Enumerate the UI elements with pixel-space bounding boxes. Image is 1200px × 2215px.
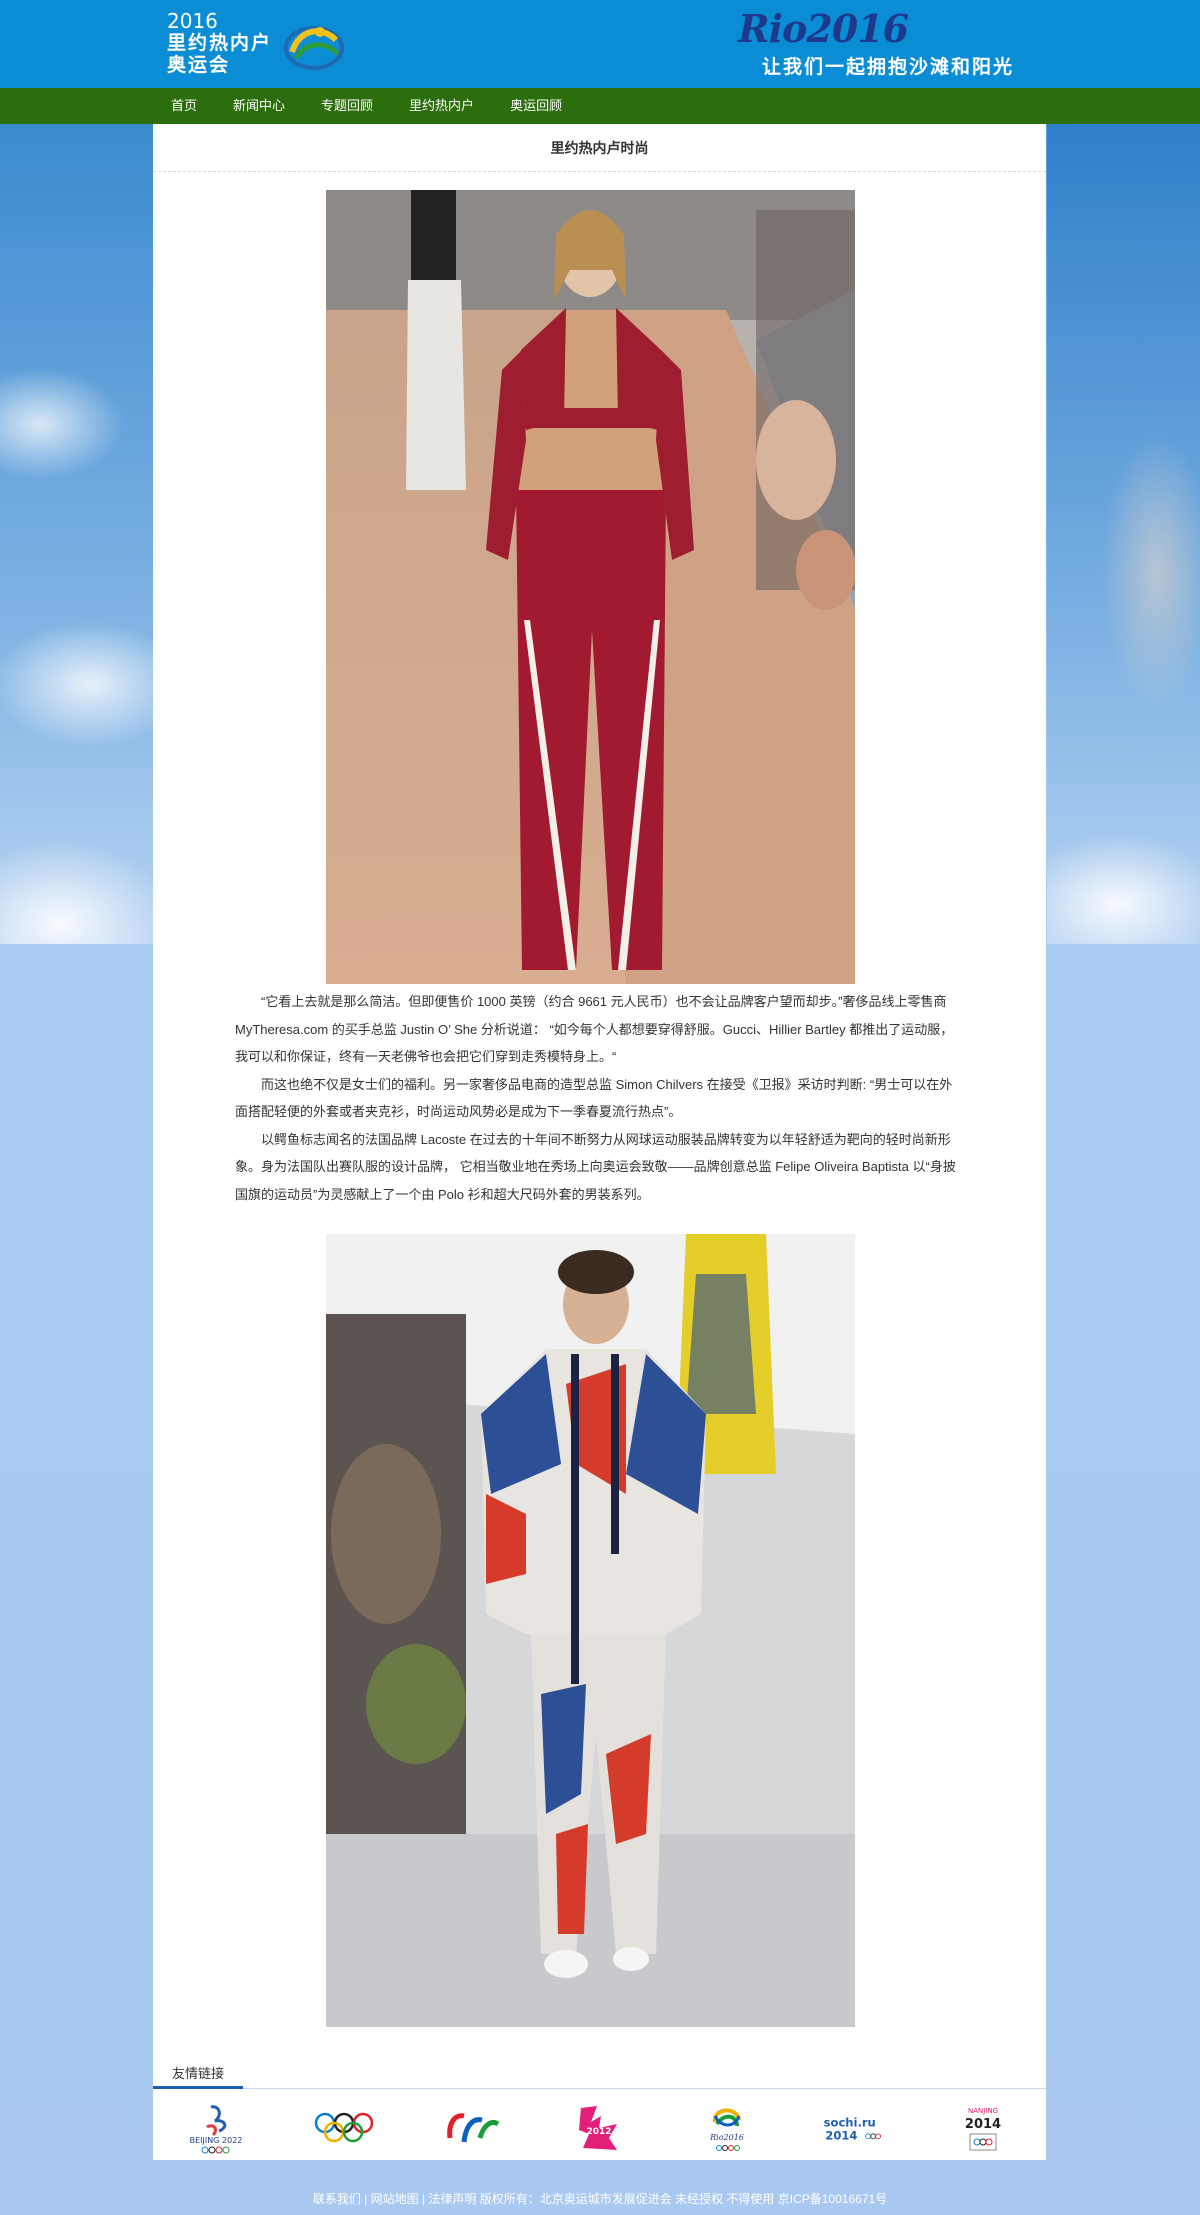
- right-mountain-decoration: [1047, 124, 1200, 944]
- london-2012-logo[interactable]: 2012: [566, 2100, 632, 2156]
- svg-text:NANJING: NANJING: [968, 2107, 998, 2115]
- brand-year: 2016: [167, 9, 218, 33]
- rio2016-title: Rio2016: [738, 6, 909, 51]
- olympic-rings-logo[interactable]: [311, 2100, 377, 2156]
- article-paragraph: 而这也绝不仅是女士们的福利。另一家奢侈品电商的造型总监 Simon Chilve…: [235, 1076, 953, 1120]
- svg-text:sochi.ru: sochi.ru: [824, 2115, 876, 2129]
- site-header: 2016 里约热内户 奥运会 Rio2016 让我们一起拥抱沙滩和阳光: [0, 0, 1200, 88]
- article-body: “它看上去就是那么简洁。但即便售价 1000 英镑（约合 9661 元人民币）也…: [235, 988, 965, 1208]
- beijing-2022-text: BEIJING 2022: [190, 2136, 243, 2145]
- main-navigation: 首页 新闻中心 专题回顾 里约热内户 奥运回顾: [0, 88, 1200, 124]
- page-title: 里约热内卢时尚: [153, 124, 1046, 172]
- nanjing-2014-logo[interactable]: NANJING 2014: [950, 2100, 1016, 2156]
- nav-item-home[interactable]: 首页: [153, 88, 215, 124]
- main-content: 里约热内卢时尚 “它看上去就是那么简洁。但即便售价 1000 英镑（约合 966…: [153, 124, 1046, 2160]
- brand-line1: 里约热内户: [167, 32, 273, 54]
- nav-item-rio[interactable]: 里约热内户: [391, 88, 492, 124]
- sochi-2014-icon: sochi.ru 2014: [824, 2115, 882, 2143]
- london-2012-icon: 2012: [579, 2106, 618, 2150]
- nav-item-features[interactable]: 专题回顾: [303, 88, 391, 124]
- beijing-2022-logo[interactable]: BEIJING 2022: [183, 2100, 249, 2156]
- runway-photo-red-tracksuit: [326, 190, 855, 984]
- rio-2016-icon: Rio2016: [709, 2108, 744, 2151]
- svg-text:2014: 2014: [965, 2117, 1001, 2132]
- nanjing-2014-icon: NANJING 2014: [965, 2107, 1001, 2151]
- left-mountain-decoration: [0, 124, 153, 944]
- friend-links-title: 友情链接: [153, 2059, 243, 2089]
- header-slogan: 让我们一起拥抱沙滩和阳光: [762, 56, 1015, 78]
- rio-olympic-emblem-icon: [284, 26, 344, 70]
- olympic-rings-icon: [314, 2112, 374, 2143]
- paralympic-logo[interactable]: [439, 2100, 505, 2156]
- brand-line2: 奥运会: [167, 54, 231, 76]
- article-paragraph: “它看上去就是那么简洁。但即便售价 1000 英镑（约合 9661 元人民币）也…: [235, 994, 954, 1064]
- rio-2016-logo[interactable]: Rio2016: [694, 2100, 760, 2156]
- site-brand[interactable]: 2016 里约热内户 奥运会: [167, 10, 272, 76]
- svg-text:2014: 2014: [825, 2129, 857, 2143]
- site-footer[interactable]: 联系我们 | 网站地图 | 法律声明 版权所有：北京奥运城市发展促进会 未经授权…: [0, 2190, 1200, 2207]
- nav-item-olympic-review[interactable]: 奥运回顾: [492, 88, 580, 124]
- runway-photo-flag-print: [326, 1234, 855, 2027]
- friend-links-logos: BEIJING 2022 2012 Rio2016 sochi.ru 2014 …: [153, 2100, 1046, 2156]
- sochi-2014-logo[interactable]: sochi.ru 2014: [822, 2100, 888, 2156]
- article-paragraph: 以鳄鱼标志闻名的法国品牌 Lacoste 在过去的十年间不断努力从网球运动服装品…: [235, 1131, 956, 1202]
- beijing-2022-icon: BEIJING 2022: [190, 2105, 243, 2154]
- friend-links-header: 友情链接: [153, 2059, 1046, 2089]
- paralympic-agitos-icon: [446, 2113, 500, 2143]
- nav-item-news[interactable]: 新闻中心: [215, 88, 303, 124]
- rio-2016-text: Rio2016: [709, 2133, 744, 2142]
- london-2012-text: 2012: [587, 2127, 612, 2137]
